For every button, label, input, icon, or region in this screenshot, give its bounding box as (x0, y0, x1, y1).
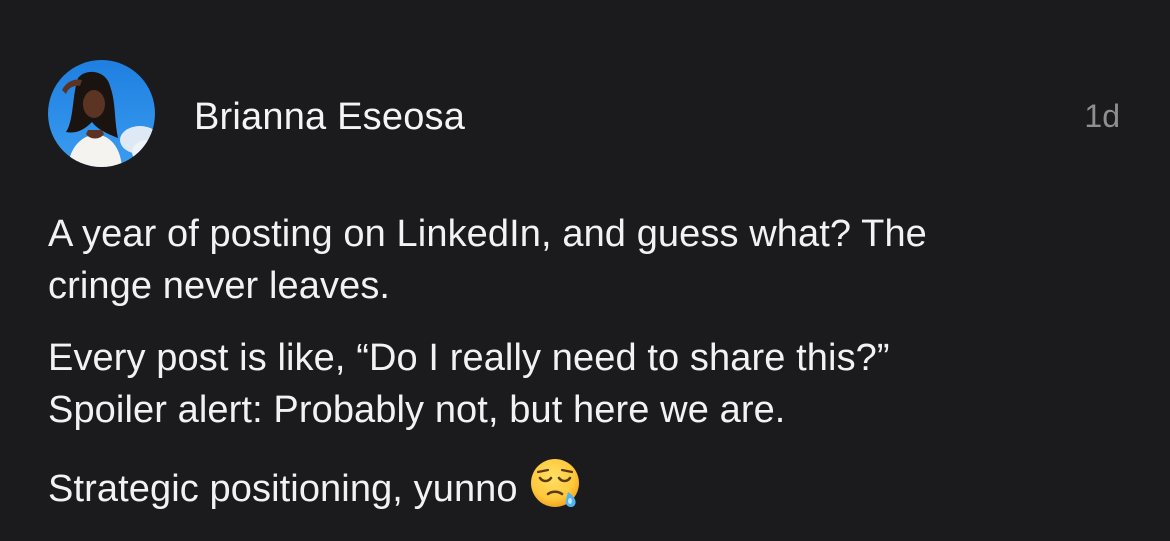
post-card: Brianna Eseosa 1d A year of posting on L… (0, 0, 1170, 541)
profile-photo-icon (48, 60, 155, 167)
text-line-content: Strategic positioning, yunno (48, 468, 518, 510)
text-line: Strategic positioning, yunno (48, 456, 1128, 515)
sleepy-face-emoji-icon (528, 456, 582, 510)
text-line: Every post is like, “Do I really need to… (48, 337, 890, 379)
text-line: A year of posting on LinkedIn, and guess… (48, 213, 927, 255)
post-header: Brianna Eseosa 1d (48, 60, 1122, 168)
post-paragraph: Strategic positioning, yunno (48, 456, 1128, 515)
post-paragraph: A year of posting on LinkedIn, and guess… (48, 208, 1128, 312)
post-body: A year of posting on LinkedIn, and guess… (48, 208, 1128, 535)
text-line: Spoiler alert: Probably not, but here we… (48, 389, 786, 431)
author-avatar[interactable] (48, 60, 155, 167)
post-timestamp: 1d (1084, 98, 1120, 134)
text-line: cringe never leaves. (48, 265, 391, 307)
author-name[interactable]: Brianna Eseosa (194, 96, 465, 139)
post-paragraph: Every post is like, “Do I really need to… (48, 332, 1128, 436)
